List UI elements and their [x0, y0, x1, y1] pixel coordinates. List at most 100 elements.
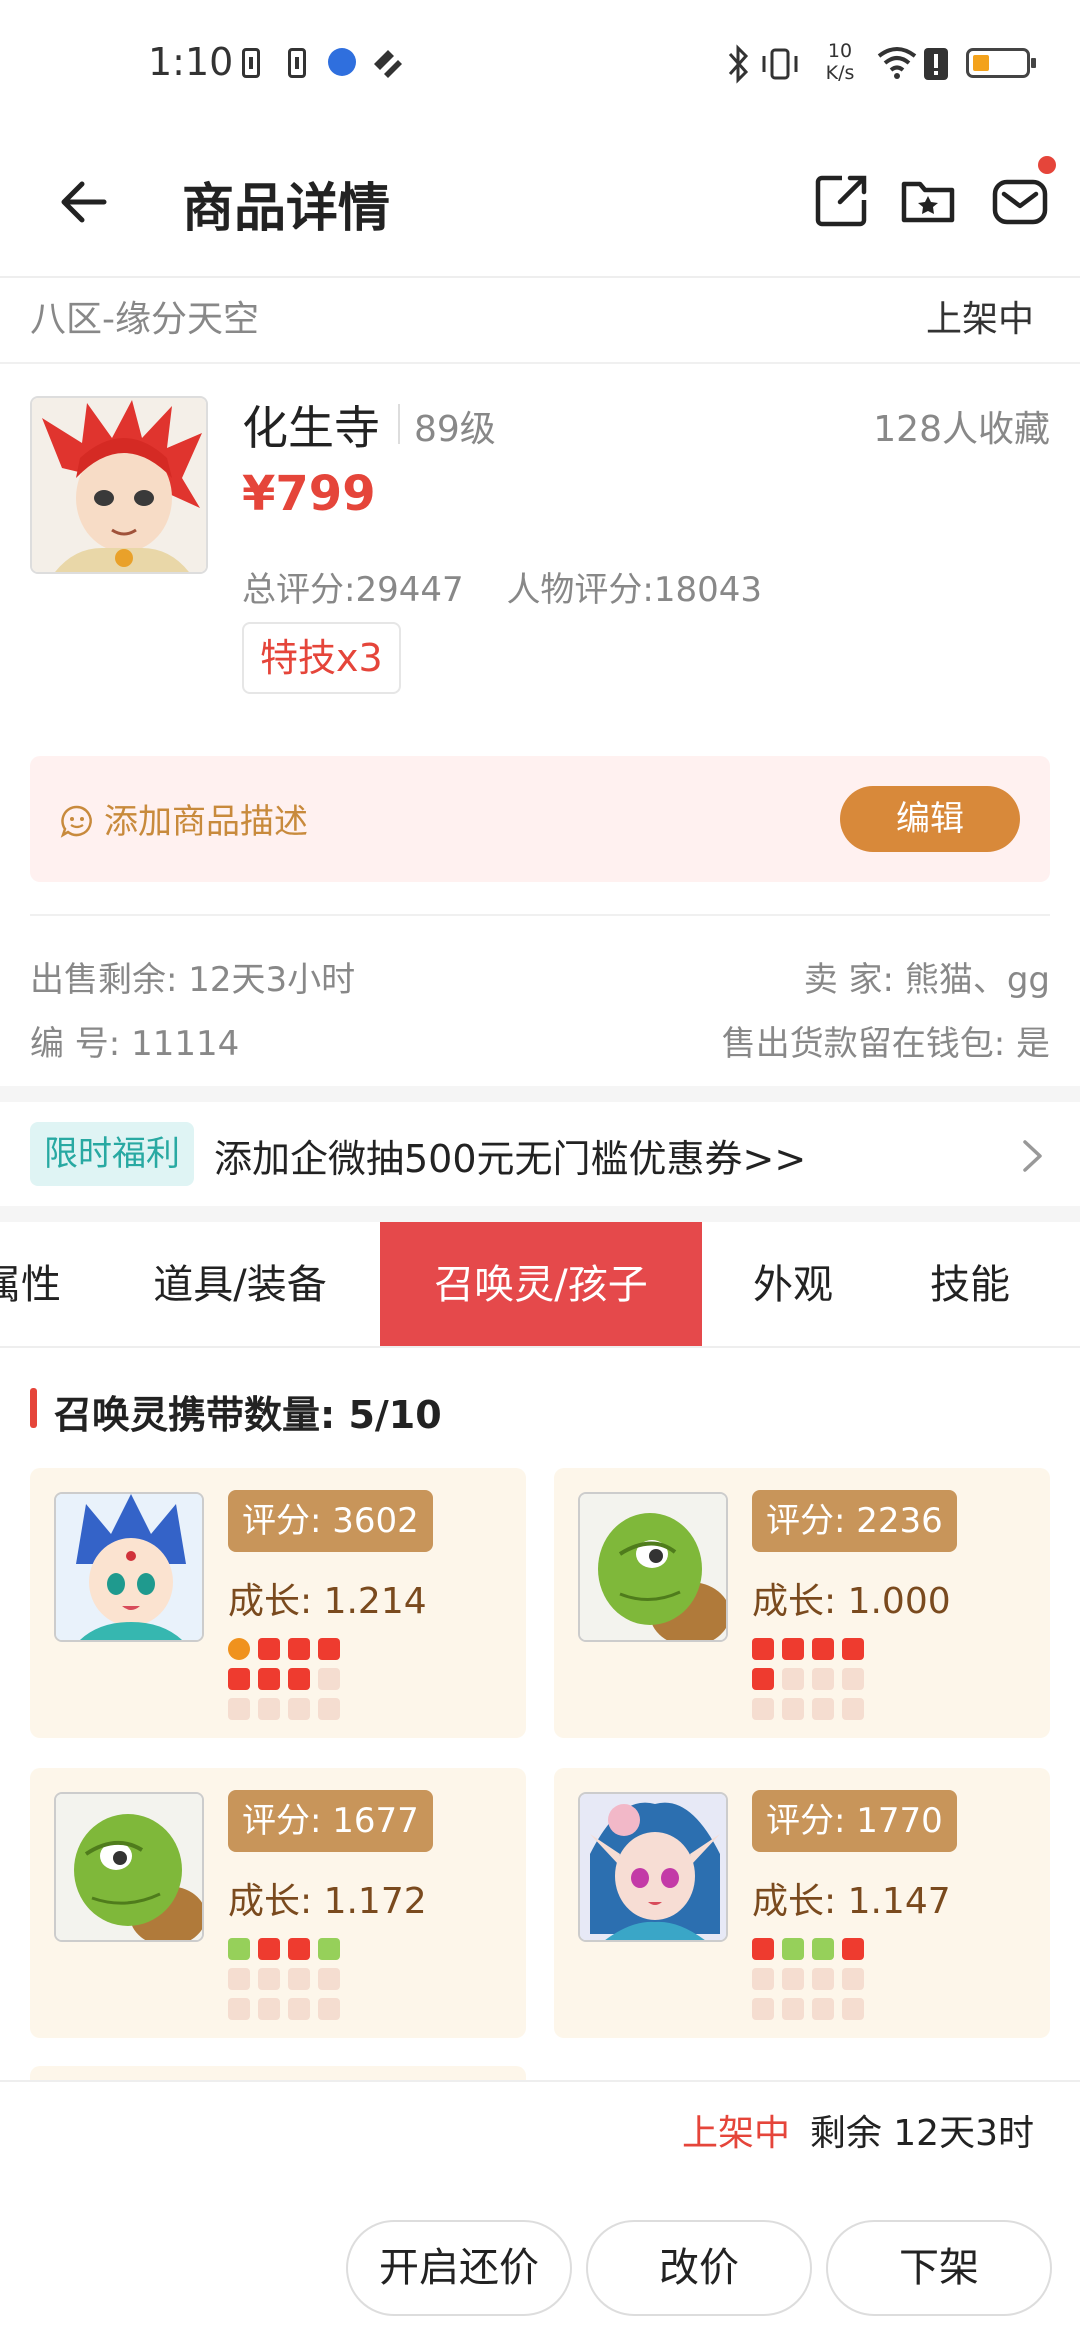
pet-growth: 成长: 1.000 — [752, 1581, 951, 1622]
bottom-action-bar: 上架中 剩余 12天3时 开启还价 改价 下架 — [0, 2080, 1080, 2340]
delist-button[interactable]: 下架 — [826, 2220, 1052, 2316]
skill-slot-dot — [752, 1668, 774, 1690]
skill-slot-dot — [752, 1638, 774, 1660]
change-price-button[interactable]: 改价 — [586, 2220, 812, 2316]
skill-slot-dot — [288, 1998, 310, 2020]
tab-items-equipment[interactable]: 道具/装备 — [120, 1222, 360, 1346]
folder-star-icon[interactable] — [898, 170, 958, 230]
skill-slot-dot — [842, 1998, 864, 2020]
skill-slot-dot — [258, 1968, 280, 1990]
wallet-setting: 售出货款留在钱包: 是 — [721, 1024, 1050, 1064]
section-accent-bar — [30, 1388, 37, 1428]
section-separator — [0, 1206, 1080, 1222]
skill-slot-dot — [752, 1938, 774, 1960]
notification-battery-icon — [242, 48, 260, 78]
promo-badge: 限时福利 — [30, 1122, 194, 1186]
pet-avatar — [578, 1792, 728, 1942]
pet-growth: 成长: 1.147 — [752, 1881, 951, 1922]
character-class: 化生寺 — [242, 401, 380, 455]
skill-slot-dot — [842, 1638, 864, 1660]
skill-slot-dot — [228, 1938, 250, 1960]
skill-slot-dot — [318, 1638, 340, 1660]
pet-card[interactable]: 评分: 1677 成长: 1.172 — [30, 1768, 526, 2038]
character-avatar — [30, 396, 208, 574]
skill-slot-dot — [258, 1668, 280, 1690]
tab-skills[interactable]: 技能 — [900, 1222, 1040, 1346]
skill-slot-dot — [318, 1698, 340, 1720]
server-row: 八区-缘分天空 上架中 — [0, 280, 1080, 364]
section-separator — [0, 1086, 1080, 1102]
skill-slot-dot — [228, 1638, 250, 1660]
skill-slot-dot — [228, 1998, 250, 2020]
skill-slot-dot — [318, 1668, 340, 1690]
pet-skill-slots — [752, 1638, 872, 1728]
skill-slot-dot — [812, 1638, 834, 1660]
skill-slot-dot — [752, 1998, 774, 2020]
tab-attributes[interactable]: 属性 — [0, 1222, 66, 1346]
score-line: 总评分:29447 人物评分:18043 — [242, 562, 794, 611]
product-detail-page: 1:10 10 K/s 商品详情 八区-缘分天空 上架中 化生寺 89级 128… — [0, 0, 1080, 2340]
skill-slot-dot — [258, 1938, 280, 1960]
skill-slot-dot — [782, 1998, 804, 2020]
mail-icon[interactable] — [990, 170, 1050, 230]
skill-slot-dot — [812, 1968, 834, 1990]
back-arrow-icon[interactable] — [56, 172, 116, 232]
item-id: 编 号: 11114 — [30, 1024, 240, 1064]
mail-badge-dot — [1038, 156, 1056, 174]
bottom-listing-status: 上架中 — [682, 2113, 791, 2154]
skill-slot-dot — [288, 1668, 310, 1690]
promo-text: 添加企微抽500元无门槛优惠券>> — [214, 1137, 807, 1181]
skill-slot-dot — [812, 1938, 834, 1960]
share-icon[interactable] — [812, 170, 872, 230]
skill-slot-dot — [258, 1998, 280, 2020]
skill-slot-dot — [812, 1668, 834, 1690]
skill-slot-dot — [782, 1638, 804, 1660]
favorite-count: 128人收藏 — [873, 409, 1050, 450]
skill-slot-dot — [842, 1698, 864, 1720]
skill-slot-dot — [258, 1638, 280, 1660]
skill-slot-dot — [842, 1968, 864, 1990]
skill-slot-dot — [842, 1668, 864, 1690]
notification-battery-icon — [288, 48, 306, 78]
add-description-placeholder: 添加商品描述 — [104, 802, 308, 842]
edit-button[interactable]: 编辑 — [840, 786, 1020, 852]
vibrate-icon — [762, 48, 798, 80]
pet-avatar — [54, 1792, 204, 1942]
status-time: 1:10 — [148, 40, 234, 84]
pet-score: 评分: 1770 — [752, 1790, 957, 1852]
tab-summons-children[interactable]: 召唤灵/孩子 — [380, 1222, 702, 1346]
page-title: 商品详情 — [182, 179, 391, 239]
seller-info: 卖 家: 熊猫、gg — [803, 960, 1050, 1000]
skill-slot-dot — [288, 1698, 310, 1720]
promo-banner[interactable]: 限时福利 添加企微抽500元无门槛优惠券>> — [0, 1102, 1080, 1206]
skill-slot-dot — [812, 1998, 834, 2020]
app-notification-icon — [374, 50, 402, 78]
status-bar: 1:10 10 K/s — [0, 0, 1080, 130]
pet-score: 评分: 3602 — [228, 1490, 433, 1552]
description-box[interactable]: 添加商品描述 编辑 — [30, 756, 1050, 882]
skill-slot-dot — [782, 1968, 804, 1990]
pet-card[interactable]: 评分: 3602 成长: 1.214 — [30, 1468, 526, 1738]
skill-slot-dot — [812, 1698, 834, 1720]
browser-icon — [328, 48, 356, 76]
pet-avatar — [578, 1492, 728, 1642]
enable-bargain-button[interactable]: 开启还价 — [346, 2220, 572, 2316]
pet-card[interactable]: 评分: 2236 成长: 1.000 — [554, 1468, 1050, 1738]
pet-skill-slots — [752, 1938, 872, 2028]
skill-slot-dot — [318, 1938, 340, 1960]
pet-card[interactable]: 评分: 1770 成长: 1.147 — [554, 1768, 1050, 2038]
skill-tag: 特技x3 — [242, 622, 401, 694]
battery-saver-icon — [924, 48, 948, 80]
chat-bubble-icon — [60, 805, 92, 838]
skill-slot-dot — [228, 1968, 250, 1990]
tab-bar: 属性 道具/装备 召唤灵/孩子 外观 技能 — [0, 1222, 1080, 1348]
pet-skill-slots — [228, 1638, 348, 1728]
network-speed: 10 K/s — [825, 40, 855, 84]
skill-slot-dot — [228, 1668, 250, 1690]
tab-appearance[interactable]: 外观 — [728, 1222, 858, 1346]
divider — [398, 404, 400, 444]
skill-slot-dot — [288, 1938, 310, 1960]
pet-avatar — [54, 1492, 204, 1642]
pet-score: 评分: 2236 — [752, 1490, 957, 1552]
pet-score: 评分: 1677 — [228, 1790, 433, 1852]
